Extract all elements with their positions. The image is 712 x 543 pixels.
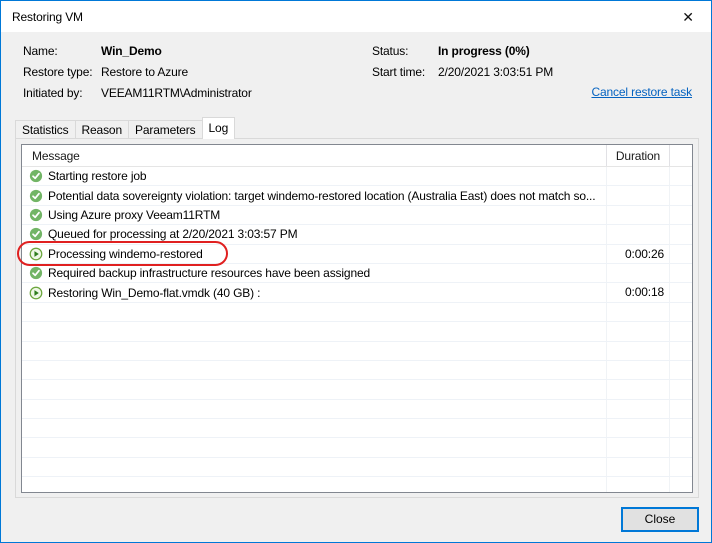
status-icon [29, 169, 43, 183]
status-icon [29, 227, 43, 241]
check-icon [29, 189, 43, 203]
empty-row [22, 400, 692, 419]
tab-strip: Statistics Reason Parameters Log [15, 117, 235, 139]
status-icon [29, 247, 43, 261]
empty-row [22, 458, 692, 477]
status-icon [29, 266, 43, 280]
cancel-restore-task-link[interactable]: Cancel restore task [591, 85, 692, 99]
close-button[interactable]: Close [621, 507, 699, 532]
empty-row [22, 477, 692, 493]
vm-name-value: Win_Demo [101, 44, 162, 58]
log-duration [606, 167, 669, 185]
table-row[interactable]: Using Azure proxy Veeam11RTM [22, 206, 692, 225]
check-icon [29, 169, 43, 183]
play-icon [29, 247, 43, 261]
log-message: Queued for processing at 2/20/2021 3:03:… [48, 227, 297, 241]
empty-row [22, 380, 692, 399]
log-tab-panel: Message Duration Starting restore job [15, 138, 699, 498]
start-time-value: 2/20/2021 3:03:51 PM [438, 65, 553, 79]
table-row[interactable]: Queued for processing at 2/20/2021 3:03:… [22, 225, 692, 244]
tab-statistics[interactable]: Statistics [15, 120, 75, 139]
status-icon [29, 286, 43, 300]
log-duration [606, 186, 669, 204]
check-icon [29, 208, 43, 222]
name-label: Name: [23, 44, 58, 58]
initiated-by-label: Initiated by: [23, 86, 82, 100]
log-duration [606, 225, 669, 243]
empty-row [22, 361, 692, 380]
status-icon [29, 208, 43, 222]
log-duration: 0:00:26 [606, 245, 669, 263]
table-row[interactable]: Starting restore job [22, 167, 692, 186]
empty-row [22, 419, 692, 438]
tab-log[interactable]: Log [202, 117, 236, 139]
log-duration: 0:00:18 [606, 283, 669, 301]
table-row[interactable]: Restoring Win_Demo-flat.vmdk (40 GB) : 0… [22, 283, 692, 302]
restoring-vm-dialog: Restoring VM ✕ Name: Win_Demo Restore ty… [0, 0, 712, 543]
check-icon [29, 227, 43, 241]
log-message: Required backup infrastructure resources… [48, 266, 370, 280]
restore-type-label: Restore type: [23, 65, 92, 79]
status-icon [29, 189, 43, 203]
empty-row [22, 322, 692, 341]
table-row[interactable]: Potential data sovereignty violation: ta… [22, 186, 692, 205]
log-message: Starting restore job [48, 169, 146, 183]
status-label: Status: [372, 44, 408, 58]
start-time-label: Start time: [372, 65, 425, 79]
log-duration [606, 206, 669, 224]
column-header-duration[interactable]: Duration [606, 145, 669, 166]
empty-row [22, 303, 692, 322]
empty-row [22, 342, 692, 361]
log-message: Restoring Win_Demo-flat.vmdk (40 GB) : [48, 286, 260, 300]
table-header-row: Message Duration [22, 145, 692, 167]
initiated-by-value: VEEAM11RTM\Administrator [101, 86, 252, 100]
table-row[interactable]: Required backup infrastructure resources… [22, 264, 692, 283]
log-message: Potential data sovereignty violation: ta… [48, 189, 595, 203]
table-row-processing[interactable]: Processing windemo-restored 0:00:26 [22, 245, 692, 264]
log-message: Processing windemo-restored [48, 247, 203, 261]
tab-parameters[interactable]: Parameters [128, 120, 202, 139]
title-bar: Restoring VM ✕ [1, 1, 711, 32]
status-value: In progress (0%) [438, 44, 530, 58]
log-table: Message Duration Starting restore job [21, 144, 693, 493]
close-icon[interactable]: ✕ [673, 5, 703, 29]
log-duration [606, 264, 669, 282]
log-message: Using Azure proxy Veeam11RTM [48, 208, 220, 222]
check-icon [29, 266, 43, 280]
play-icon [29, 286, 43, 300]
window-title: Restoring VM [12, 10, 83, 24]
empty-row [22, 438, 692, 457]
tab-reason[interactable]: Reason [75, 120, 128, 139]
column-header-message[interactable]: Message [22, 145, 606, 166]
column-header-spacer [669, 145, 692, 166]
restore-type-value: Restore to Azure [101, 65, 188, 79]
